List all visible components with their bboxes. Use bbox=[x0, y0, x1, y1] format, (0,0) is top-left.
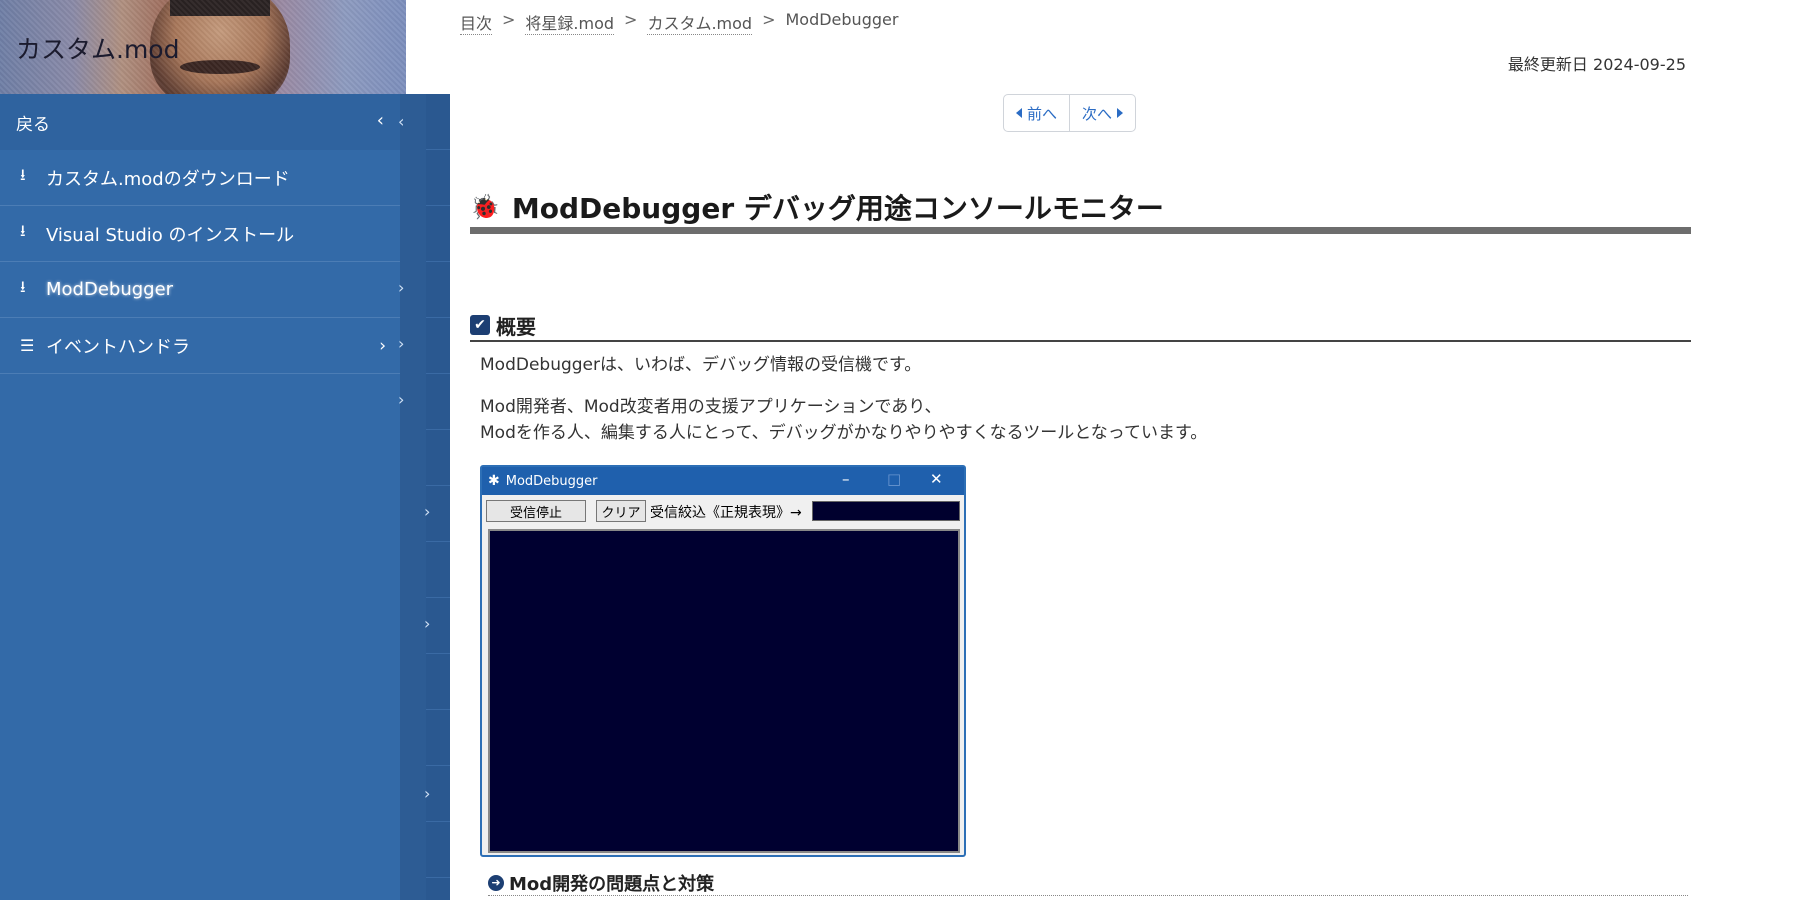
window-toolbar: 受信停止 クリア 受信絞込《正規表現》→ bbox=[482, 495, 964, 525]
breadcrumb-separator: > bbox=[624, 10, 638, 29]
main-content: 目次 > 将星録.mod > カスタム.mod > ModDebugger 最終… bbox=[450, 0, 1800, 900]
breadcrumb-current: ModDebugger bbox=[785, 10, 899, 29]
console-output bbox=[488, 529, 960, 853]
paragraph-intro: ModDebuggerは、いわば、デバッグ情報の受信機です。 bbox=[480, 355, 922, 375]
breadcrumb-link-custom-mod[interactable]: カスタム.mod bbox=[647, 10, 753, 35]
caret-right-icon bbox=[1117, 108, 1124, 118]
subsection-heading-text: Mod開発の問題点と対策 bbox=[509, 873, 715, 895]
chevron-left-icon[interactable]: ‹ bbox=[398, 112, 404, 131]
sidebar-nav: ⭳ カスタム.modのダウンロード ⭳ Visual Studio のインストー… bbox=[0, 150, 400, 374]
caret-left-icon bbox=[1016, 108, 1022, 118]
breadcrumb-separator: > bbox=[762, 10, 776, 29]
chevron-right-icon[interactable]: › bbox=[398, 390, 404, 409]
sidebar-item-visual-studio[interactable]: ⭳ Visual Studio のインストール bbox=[0, 206, 400, 262]
download-icon: ⭳ bbox=[20, 221, 26, 240]
arrow-circle-right-icon: ➜ bbox=[488, 874, 504, 891]
sidebar-item-download[interactable]: ⭳ カスタム.modのダウンロード bbox=[0, 150, 400, 206]
filter-input bbox=[812, 501, 960, 521]
chevron-right-icon[interactable]: › bbox=[424, 614, 430, 633]
filter-label: 受信絞込《正規表現》→ bbox=[650, 505, 802, 521]
sidebar-item-moddebugger[interactable]: ⭳ ModDebugger bbox=[0, 262, 400, 318]
chevron-right-icon[interactable]: › bbox=[424, 502, 430, 521]
download-icon: ⭳ bbox=[20, 277, 26, 296]
bug-icon: 🐞 bbox=[470, 192, 500, 221]
paragraph-description-line1: Mod開発者、Mod改変者用の支援アプリケーションであり、 bbox=[480, 397, 942, 417]
check-square-icon: ✔ bbox=[470, 315, 490, 335]
minimize-icon: – bbox=[842, 470, 850, 488]
maximize-icon: □ bbox=[887, 470, 902, 488]
back-label: 戻る bbox=[16, 114, 50, 135]
chevron-right-icon[interactable]: › bbox=[398, 278, 404, 297]
sidebar-item-label: カスタム.modのダウンロード bbox=[46, 168, 290, 190]
moddebugger-window-screenshot: ✱ ModDebugger – □ ✕ 受信停止 クリア 受信絞込《正規表現》→ bbox=[480, 465, 966, 857]
window-title: ModDebugger bbox=[505, 473, 598, 489]
next-label: 次へ bbox=[1082, 104, 1113, 123]
section-heading-text: 概要 bbox=[496, 314, 536, 339]
next-page-button[interactable]: 次へ bbox=[1069, 95, 1135, 131]
download-icon: ⭳ bbox=[20, 165, 26, 184]
page-title-text: ModDebugger デバッグ用途コンソールモニター bbox=[511, 191, 1164, 225]
list-icon: ☰ bbox=[20, 336, 35, 355]
chevron-right-icon[interactable]: › bbox=[398, 334, 404, 353]
sidebar: カスタム.mod 戻る ‹ ⭳ カスタム.modのダウンロード ⭳ Visual… bbox=[0, 0, 406, 900]
subsection-heading: ➜ Mod開発の問題点と対策 bbox=[488, 870, 1688, 896]
bug-icon: ✱ bbox=[488, 473, 500, 489]
sidebar-item-label: Visual Studio のインストール bbox=[46, 224, 295, 246]
sidebar-header-banner: カスタム.mod bbox=[0, 0, 406, 94]
section-heading-overview: ✔ 概要 bbox=[470, 310, 1691, 342]
breadcrumb-link-toc[interactable]: 目次 bbox=[460, 10, 493, 35]
sidebar-rail-grid bbox=[426, 94, 450, 900]
site-title[interactable]: カスタム.mod bbox=[16, 30, 179, 66]
breadcrumb-link-shoseiroku[interactable]: 将星録.mod bbox=[525, 10, 615, 35]
window-titlebar: ✱ ModDebugger – □ ✕ bbox=[482, 467, 964, 495]
breadcrumb: 目次 > 将星録.mod > カスタム.mod > ModDebugger bbox=[460, 10, 898, 35]
chevron-right-icon[interactable]: › bbox=[424, 784, 430, 803]
clear-button: クリア bbox=[596, 500, 646, 522]
sidebar-item-event-handler[interactable]: ☰ イベントハンドラ › bbox=[0, 318, 400, 374]
prev-page-button[interactable]: 前へ bbox=[1004, 95, 1069, 131]
close-icon: ✕ bbox=[930, 470, 943, 488]
last-updated: 最終更新日 2024-09-25 bbox=[1507, 55, 1686, 74]
sidebar-item-label: イベントハンドラ bbox=[46, 336, 190, 358]
chevron-right-icon: › bbox=[379, 336, 386, 356]
pager: 前へ 次へ bbox=[1003, 94, 1137, 132]
chevron-left-icon: ‹ bbox=[376, 110, 384, 131]
sidebar-item-label: ModDebugger bbox=[46, 279, 174, 300]
stop-receive-button: 受信停止 bbox=[486, 500, 586, 522]
prev-label: 前へ bbox=[1027, 104, 1058, 123]
sidebar-back-button[interactable]: 戻る ‹ bbox=[0, 94, 400, 150]
page-title: 🐞 ModDebugger デバッグ用途コンソールモニター bbox=[470, 186, 1691, 234]
paragraph-description-line2: Modを作る人、編集する人にとって、デバッグがかなりやりやすくなるツールとなって… bbox=[480, 423, 1208, 443]
breadcrumb-separator: > bbox=[502, 10, 516, 29]
